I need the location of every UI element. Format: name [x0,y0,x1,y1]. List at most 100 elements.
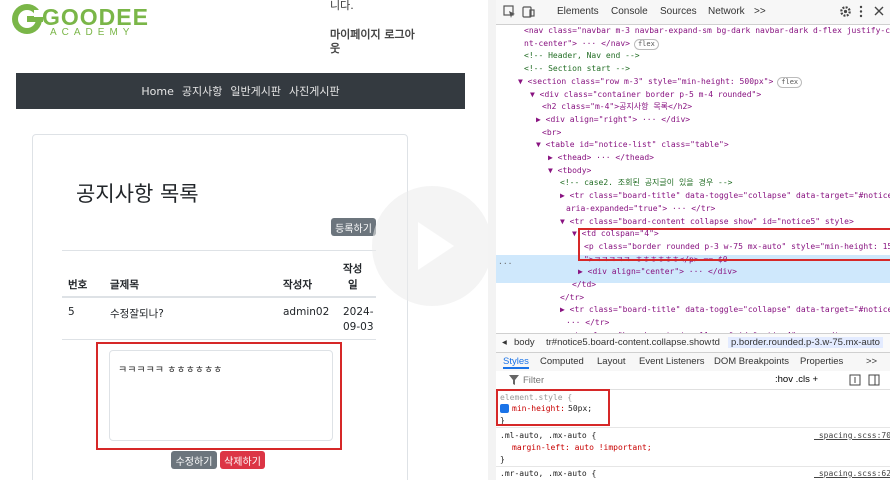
dom-node-line[interactable]: ··· </tr> [566,317,609,330]
tab-elements[interactable]: Elements [557,6,599,17]
logout-link-wrap[interactable]: 웃 [330,40,340,56]
logo-g-icon [12,4,44,34]
tab-more[interactable]: >> [754,6,766,17]
node-ellipsis-icon[interactable]: ··· [498,258,512,271]
logo-subtitle: ACADEMY [50,27,135,38]
dom-node-text: </tr> [560,292,585,302]
dom-node-line[interactable]: ▼ <section class="row m-3" style="min-he… [518,76,803,89]
breadcrumb-tr[interactable]: tr#notice5.board-content.collapse.show [546,337,711,348]
dom-node-text: nt-center"> ··· </nav> [524,38,630,48]
inspect-element-icon[interactable] [503,5,516,18]
device-toolbar-icon[interactable] [522,5,535,18]
styles-filter-bar: :hov .cls + [496,371,890,390]
styles-filter-input[interactable] [521,373,765,388]
breadcrumb-body[interactable]: body [514,337,535,348]
rule1-property[interactable]: margin-left: auto !important; [512,442,652,454]
mypage-logout-links[interactable]: 마이페이지 로그아 [330,26,415,42]
dom-node-line[interactable]: <!-- Header, Nav end --> [524,50,640,63]
pane-splitter[interactable] [488,0,496,480]
dom-node-line[interactable]: ▼ <tr class="board-content collapse show… [560,216,854,229]
delete-button[interactable]: 삭제하기 [220,451,265,469]
dom-node-text: ▼ <section class="row m-3" style="min-he… [518,76,774,86]
dom-node-line[interactable]: <!-- Section start --> [524,63,630,76]
subtab-styles[interactable]: Styles [503,356,529,369]
subtab-event-listeners[interactable]: Event Listeners [639,356,704,367]
subtab-dom-breakpoints[interactable]: DOM Breakpoints [714,356,789,367]
flex-badge[interactable]: flex [777,76,803,88]
nav-photo-board[interactable]: 사진게시판 [289,83,340,99]
site-logo[interactable]: GOODEE ACADEMY [10,2,148,40]
dom-node-text: ··· </tr> [566,318,610,328]
dom-node-line[interactable]: ▼ <table id="notice-list" class="table"> [536,139,729,152]
breadcrumb-td[interactable]: td [712,337,720,348]
rule2-source-link[interactable]: _spacing.scss:62 [814,468,890,480]
thead-bottom-border [62,296,376,298]
register-button[interactable]: 등록하기 [331,218,376,236]
dom-node-line[interactable]: <!-- case2. 조회된 공지글이 있을 경우 --> [560,177,732,190]
breadcrumb-back[interactable]: ◂ [502,337,507,348]
main-navbar: Home 공지사항 일반게시판 사진게시판 [16,73,465,109]
edit-button[interactable]: 수정하기 [171,451,217,469]
settings-gear-icon[interactable] [839,5,852,18]
page-title: 공지사항 목록 [76,182,199,206]
dom-node-line[interactable]: </tr> [560,292,584,305]
dom-node-text: <h2 class="m-4">공지사항 목록</h2> [542,102,693,112]
new-style-rule-icon[interactable] [849,374,861,386]
dom-node-line[interactable]: nt-center"> ··· </nav> flex [524,38,659,51]
breadcrumb-p[interactable]: p.border.rounded.p-3.w-75.mx-auto [728,337,883,348]
dom-node-text: <nav class="navbar m-3 navbar-expand-sm … [524,26,890,35]
row-date-line2: 09-03 [343,321,374,333]
dom-node-text: </td> [572,280,597,289]
dom-node-line[interactable]: ▼ <tbody> [548,165,591,178]
subtab-properties[interactable]: Properties [800,356,843,367]
close-icon[interactable] [873,5,885,17]
dom-node-line[interactable]: <h2 class="m-4">공지사항 목록</h2> [542,101,692,114]
dom-node-text: ▼ <tr class="board-content collapse show… [560,216,854,226]
dom-node-line[interactable]: ▶ <thead> ··· </thead> [548,152,654,165]
tab-console[interactable]: Console [611,6,648,17]
dom-node-text: ▶ <thead> ··· </thead> [548,153,654,162]
dom-node-text: ▶ <div align="center"> ··· </div> [578,267,737,277]
more-options-icon[interactable] [858,5,864,18]
toggle-sidebar-icon[interactable] [868,374,880,386]
highlight-notice-box [96,342,342,450]
th-writer: 작성자 [283,279,312,291]
row-title[interactable]: 수정잘되나? [110,306,164,321]
subtab-layout[interactable]: Layout [597,356,626,367]
dom-breadcrumb: ◂ body tr#notice5.board-content.collapse… [496,333,890,352]
table-top-border [62,250,376,251]
nav-general-board[interactable]: 일반게시판 [230,83,281,99]
nav-home[interactable]: Home [141,85,173,98]
nav-notice[interactable]: 공지사항 [182,83,222,99]
styles-subtabs: Styles Computed Layout Event Listeners D… [496,352,890,372]
rule1-source-link[interactable]: _spacing.scss:70 [814,430,890,442]
filter-icon [509,375,519,385]
dom-node-line[interactable]: </td> [572,279,596,292]
rule-divider [496,427,890,428]
dom-node-line[interactable]: ▼ <div class="container border p-5 m-4 r… [530,89,761,102]
dom-node-line[interactable]: ▶ <tr class="board-title" data-toggle="c… [560,304,890,317]
th-number: 번호 [68,279,88,291]
dom-node-line[interactable]: <nav class="navbar m-3 navbar-expand-sm … [524,25,890,38]
play-icon [418,222,454,270]
dom-node-line[interactable]: ▶ <tr class="board-title" data-toggle="c… [560,190,890,203]
dom-node-line[interactable]: ▶ <div align="right"> ··· </div> [536,114,690,127]
tab-network[interactable]: Network [708,6,745,17]
row-bottom-border [62,339,376,340]
dom-node-text: <!-- Header, Nav end --> [524,51,640,61]
row-number: 5 [68,306,75,318]
filter-tools[interactable]: :hov .cls + [775,374,818,385]
dom-node-text: ▼ <tbody> [548,165,592,175]
dom-node-line[interactable]: aria-expanded="true"> ··· </tr> [566,203,715,216]
tab-sources[interactable]: Sources [660,6,697,17]
rule1-selector: .ml-auto, .mx-auto { [500,431,597,440]
subtab-computed[interactable]: Computed [540,356,584,367]
dom-node-line[interactable]: <br> [542,127,561,140]
subtab-more[interactable]: >> [866,356,877,367]
video-play-overlay[interactable] [372,186,488,306]
th-title: 글제목 [110,279,139,291]
dom-node-text: <br> [542,127,562,137]
flex-badge[interactable]: flex [633,38,659,50]
rule1-close: } [500,455,505,464]
dom-node-line[interactable]: ▶ <div align="center"> ··· </div> [578,266,737,279]
